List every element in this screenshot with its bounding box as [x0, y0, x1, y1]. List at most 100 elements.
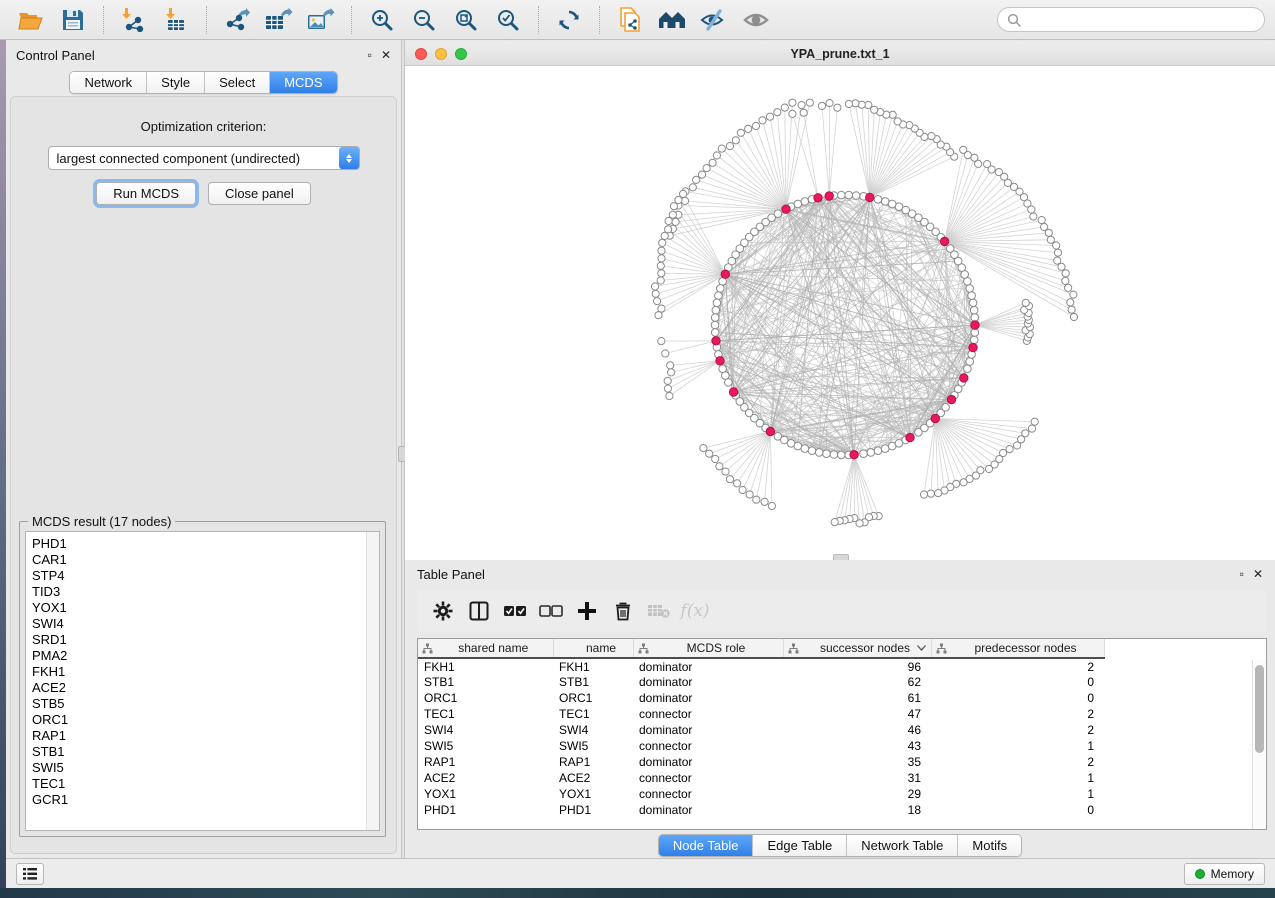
ring-node[interactable]	[725, 379, 733, 387]
ring-node[interactable]	[838, 191, 846, 199]
ring-node[interactable]	[713, 299, 721, 307]
leaf-node[interactable]	[680, 190, 687, 197]
mcds-node-item[interactable]: GCR1	[32, 792, 379, 808]
leaf-node[interactable]	[693, 176, 700, 183]
delete-icon[interactable]	[607, 595, 639, 627]
table-cell[interactable]: dominator	[633, 802, 783, 818]
table-cell[interactable]: connector	[633, 738, 783, 754]
mcds-node-item[interactable]: RAP1	[32, 728, 379, 744]
mcds-dominator-node[interactable]	[716, 357, 724, 365]
run-mcds-button[interactable]: Run MCDS	[96, 182, 196, 205]
leaf-node[interactable]	[834, 104, 841, 111]
mcds-dominator-node[interactable]	[866, 193, 874, 201]
select-all-icon[interactable]	[499, 595, 531, 627]
table-cell[interactable]: YOX1	[418, 786, 553, 802]
table-cell[interactable]: PHD1	[553, 802, 633, 818]
import-network-icon[interactable]	[117, 4, 151, 36]
table-cell[interactable]: RAP1	[553, 754, 633, 770]
column-header-predecessor-nodes[interactable]: predecessor nodes	[931, 639, 1104, 658]
table-cell[interactable]: TEC1	[418, 706, 553, 722]
ring-node[interactable]	[715, 292, 723, 300]
ring-node[interactable]	[942, 404, 950, 412]
memory-button[interactable]: Memory	[1184, 863, 1265, 885]
leaf-node[interactable]	[920, 491, 927, 498]
table-cell[interactable]: connector	[633, 770, 783, 786]
table-cell[interactable]: 31	[783, 770, 931, 786]
table-cell[interactable]: 29	[783, 786, 931, 802]
leaf-node[interactable]	[984, 161, 991, 168]
mcds-dominator-node[interactable]	[766, 427, 774, 435]
float-panel-icon[interactable]: ▫	[368, 49, 372, 61]
table-row[interactable]: TEC1TEC1connector472	[418, 706, 1104, 722]
table-cell[interactable]: STB1	[553, 674, 633, 690]
mcds-node-item[interactable]: TEC1	[32, 776, 379, 792]
leaf-node[interactable]	[658, 247, 665, 254]
mcds-node-item[interactable]: PMA2	[32, 648, 379, 664]
ring-node[interactable]	[717, 285, 725, 293]
table-cell[interactable]: 35	[783, 754, 931, 770]
mcds-dominator-node[interactable]	[825, 192, 833, 200]
column-header-successor-nodes[interactable]: successor nodes	[783, 639, 931, 658]
leaf-node[interactable]	[737, 129, 744, 136]
column-header-shared-name[interactable]: shared name	[418, 639, 553, 658]
table-cell[interactable]: 62	[783, 674, 931, 690]
leaf-node[interactable]	[1070, 291, 1077, 298]
table-cell[interactable]: SWI5	[553, 738, 633, 754]
leaf-node[interactable]	[1041, 223, 1048, 230]
ring-node[interactable]	[815, 449, 823, 457]
table-cell[interactable]: 1	[931, 738, 1104, 754]
leaf-node[interactable]	[669, 211, 676, 218]
leaf-node[interactable]	[960, 146, 967, 153]
ring-node[interactable]	[808, 447, 816, 455]
ring-node[interactable]	[881, 198, 889, 206]
mcds-dominator-node[interactable]	[971, 321, 979, 329]
table-cell[interactable]: 0	[931, 674, 1104, 690]
tab-network[interactable]: Network	[70, 72, 147, 93]
leaf-node[interactable]	[927, 490, 934, 497]
zoom-selected-icon[interactable]	[491, 4, 525, 36]
table-row[interactable]: RAP1RAP1dominator352	[418, 754, 1104, 770]
leaf-node[interactable]	[935, 490, 942, 497]
table-cell[interactable]: 2	[931, 706, 1104, 722]
tab-motifs[interactable]: Motifs	[958, 835, 1021, 856]
mcds-node-item[interactable]: CAR1	[32, 552, 379, 568]
mcds-node-item[interactable]: YOX1	[32, 600, 379, 616]
mcds-dominator-node[interactable]	[906, 433, 914, 441]
mcds-node-item[interactable]: ORC1	[32, 712, 379, 728]
leaf-node[interactable]	[700, 445, 707, 452]
import-table-icon[interactable]	[159, 4, 193, 36]
table-cell[interactable]: 0	[931, 802, 1104, 818]
refresh-icon[interactable]	[552, 4, 586, 36]
leaf-node[interactable]	[651, 283, 658, 290]
table-cell[interactable]: 18	[783, 802, 931, 818]
mcds-list-scrollbar[interactable]	[366, 532, 379, 830]
ring-node[interactable]	[794, 442, 802, 450]
ring-node[interactable]	[968, 292, 976, 300]
table-cell[interactable]: 1	[931, 786, 1104, 802]
leaf-node[interactable]	[768, 502, 775, 509]
leaf-node[interactable]	[774, 109, 781, 116]
leaf-node[interactable]	[716, 463, 723, 470]
table-cell[interactable]: ACE2	[553, 770, 633, 786]
leaf-node[interactable]	[960, 479, 967, 486]
export-image-icon[interactable]	[304, 4, 338, 36]
leaf-node[interactable]	[781, 104, 788, 111]
close-panel-icon[interactable]: ✕	[381, 49, 391, 61]
leaf-node[interactable]	[709, 159, 716, 166]
leaf-node[interactable]	[1053, 242, 1060, 249]
ring-node[interactable]	[971, 314, 979, 322]
mcds-dominator-node[interactable]	[712, 337, 720, 345]
table-cell[interactable]: 96	[783, 658, 931, 674]
leaf-node[interactable]	[652, 290, 659, 297]
leaf-node[interactable]	[995, 169, 1002, 176]
ring-node[interactable]	[852, 192, 860, 200]
export-network-icon[interactable]	[220, 4, 254, 36]
node-table[interactable]: shared namenameMCDS rolesuccessor nodesp…	[417, 638, 1267, 830]
leaf-node[interactable]	[654, 298, 661, 305]
column-view-icon[interactable]	[463, 595, 495, 627]
deselect-all-icon[interactable]	[535, 595, 567, 627]
leaf-node[interactable]	[664, 385, 671, 392]
leaf-node[interactable]	[1062, 277, 1069, 284]
ring-node[interactable]	[711, 314, 719, 322]
leaf-node[interactable]	[985, 465, 992, 472]
